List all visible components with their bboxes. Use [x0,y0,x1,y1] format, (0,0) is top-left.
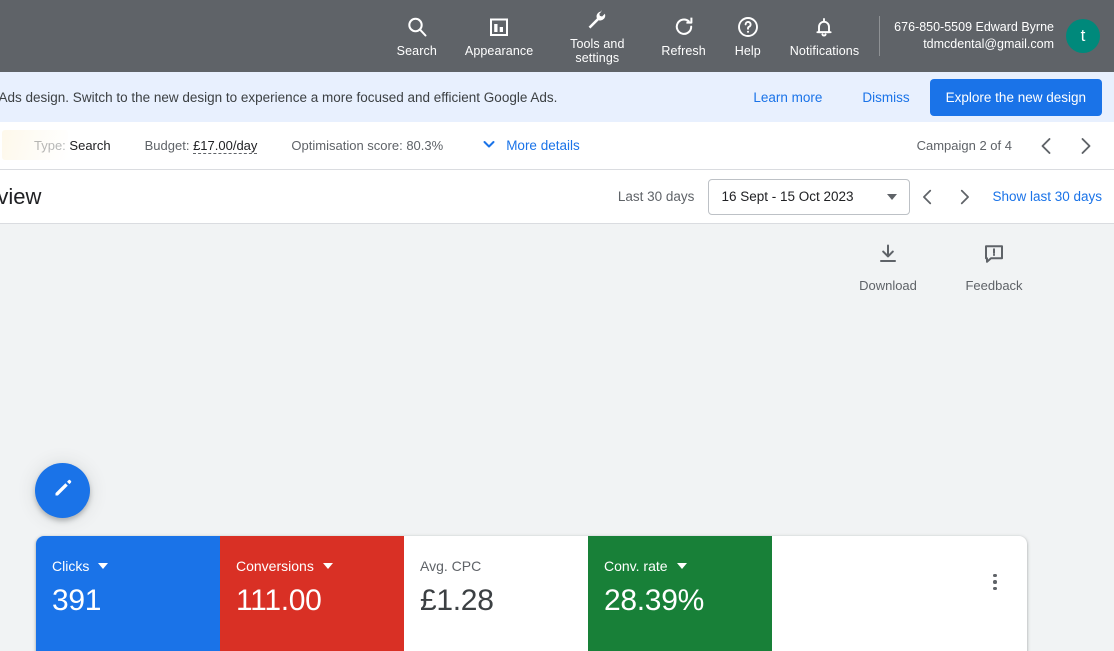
date-preset-label: Last 30 days [618,189,695,204]
nav-help-label: Help [735,44,761,58]
feedback-icon [982,242,1006,271]
metric-card-clicks[interactable]: Clicks 391 [36,536,220,651]
metric-avg-cpc-value: £1.28 [420,583,588,619]
download-label: Download [859,278,917,293]
metric-conversions-value: 111.00 [236,583,404,619]
download-button[interactable]: Download [852,242,924,293]
metric-avg-cpc-label: Avg. CPC [420,558,481,574]
learn-more-link[interactable]: Learn more [733,82,842,113]
refresh-icon [672,15,696,39]
dot [993,580,997,584]
metric-conv-rate-header: Conv. rate [604,558,772,574]
dismiss-link[interactable]: Dismiss [842,82,929,113]
more-details-toggle[interactable]: More details [481,136,580,155]
chevron-down-icon [481,136,497,155]
nav-notifications[interactable]: Notifications [776,0,873,72]
edit-pencil-icon [51,476,75,505]
dot [993,574,997,578]
nav-tools-settings[interactable]: Tools and settings [547,0,647,72]
campaign-budget-value[interactable]: £17.00/day [193,138,257,154]
show-last-30-days-link[interactable]: Show last 30 days [992,189,1102,204]
nav-search-label: Search [397,44,437,58]
metric-cards: Clicks 391 Conversions 111.00 Avg. CPC £… [36,536,1027,651]
feedback-label: Feedback [965,278,1022,293]
banner-message: e Ads design. Switch to the new design t… [0,90,557,105]
download-icon [876,242,900,271]
performance-card: Clicks 391 Conversions 111.00 Avg. CPC £… [36,536,1027,651]
chart-toolbar: Download Feedback [0,224,1114,293]
metric-clicks-header: Clicks [52,558,220,574]
campaign-pager: Campaign 2 of 4 [917,129,1102,163]
topbar-divider [879,16,880,56]
date-range-controls: Last 30 days 16 Sept - 15 Oct 2023 Show … [618,179,1102,215]
optimisation-score-value: 80.3% [406,138,443,153]
metric-avg-cpc-header: Avg. CPC [420,558,588,574]
chevron-down-icon[interactable] [677,563,687,569]
next-date-range-button[interactable] [946,179,982,215]
notifications-icon [812,15,836,39]
top-navigation-bar: Search Appearance Tools and settings [0,0,1114,72]
clipped-campaign-chip [2,130,68,160]
more-details-label: More details [506,138,580,153]
account-email: tdmcdental@gmail.com [923,36,1054,53]
new-design-banner: e Ads design. Switch to the new design t… [0,72,1114,122]
content-area: Download Feedback Clicks 391 [0,224,1114,651]
nav-appearance[interactable]: Appearance [451,0,547,72]
campaign-budget-label: Budget: [145,138,190,153]
metric-conversions-header: Conversions [236,558,404,574]
metric-conv-rate-value: 28.39% [604,583,772,619]
nav-notifications-label: Notifications [790,44,859,58]
avatar[interactable]: t [1066,19,1100,53]
next-campaign-button[interactable] [1068,129,1102,163]
page-title-bar: rview Last 30 days 16 Sept - 15 Oct 2023… [0,170,1114,224]
dot [993,587,997,591]
search-icon [405,15,429,39]
campaign-budget: Budget: £17.00/day [145,138,258,153]
metric-card-conversions[interactable]: Conversions 111.00 [220,536,404,651]
appearance-icon [487,15,511,39]
feedback-button[interactable]: Feedback [958,242,1030,293]
date-range-picker[interactable]: 16 Sept - 15 Oct 2023 [708,179,910,215]
metric-clicks-label: Clicks [52,558,89,574]
nav-refresh[interactable]: Refresh [647,0,719,72]
chevron-down-icon[interactable] [98,563,108,569]
previous-date-range-button[interactable] [910,179,946,215]
banner-actions: Learn more Dismiss Explore the new desig… [733,79,1102,116]
nav-appearance-label: Appearance [465,44,533,58]
account-info[interactable]: 676-850-5509 Edward Byrne tdmcdental@gma… [886,19,1066,53]
metric-conv-rate-label: Conv. rate [604,558,668,574]
optimisation-score-label: Optimisation score: [291,138,402,153]
optimisation-score: Optimisation score: 80.3% [291,138,443,153]
chevron-down-icon [887,194,897,200]
edit-campaign-fab[interactable] [35,463,90,518]
nav-help[interactable]: Help [720,0,776,72]
campaign-info-bar: Type: Search Budget: £17.00/day Optimisa… [0,122,1114,170]
nav-search[interactable]: Search [383,0,451,72]
chevron-down-icon[interactable] [323,563,333,569]
nav-refresh-label: Refresh [661,44,705,58]
nav-tools-settings-label: Tools and settings [561,37,633,65]
date-range-value: 16 Sept - 15 Oct 2023 [721,189,853,204]
account-id-name: 676-850-5509 Edward Byrne [894,19,1054,36]
campaign-type-value: Search [69,138,110,153]
metric-card-avg-cpc[interactable]: Avg. CPC £1.28 [404,536,588,651]
metric-card-conv-rate[interactable]: Conv. rate 28.39% [588,536,772,651]
metric-conversions-label: Conversions [236,558,314,574]
page-title: rview [0,184,41,210]
tools-settings-icon [585,8,609,32]
metric-clicks-value: 391 [52,583,220,619]
card-overflow-menu-button[interactable] [983,570,1007,594]
top-nav-items: Search Appearance Tools and settings [383,0,1104,72]
help-icon [736,15,760,39]
previous-campaign-button[interactable] [1030,129,1064,163]
explore-new-design-button[interactable]: Explore the new design [930,79,1102,116]
campaign-count-label: Campaign 2 of 4 [917,138,1012,153]
